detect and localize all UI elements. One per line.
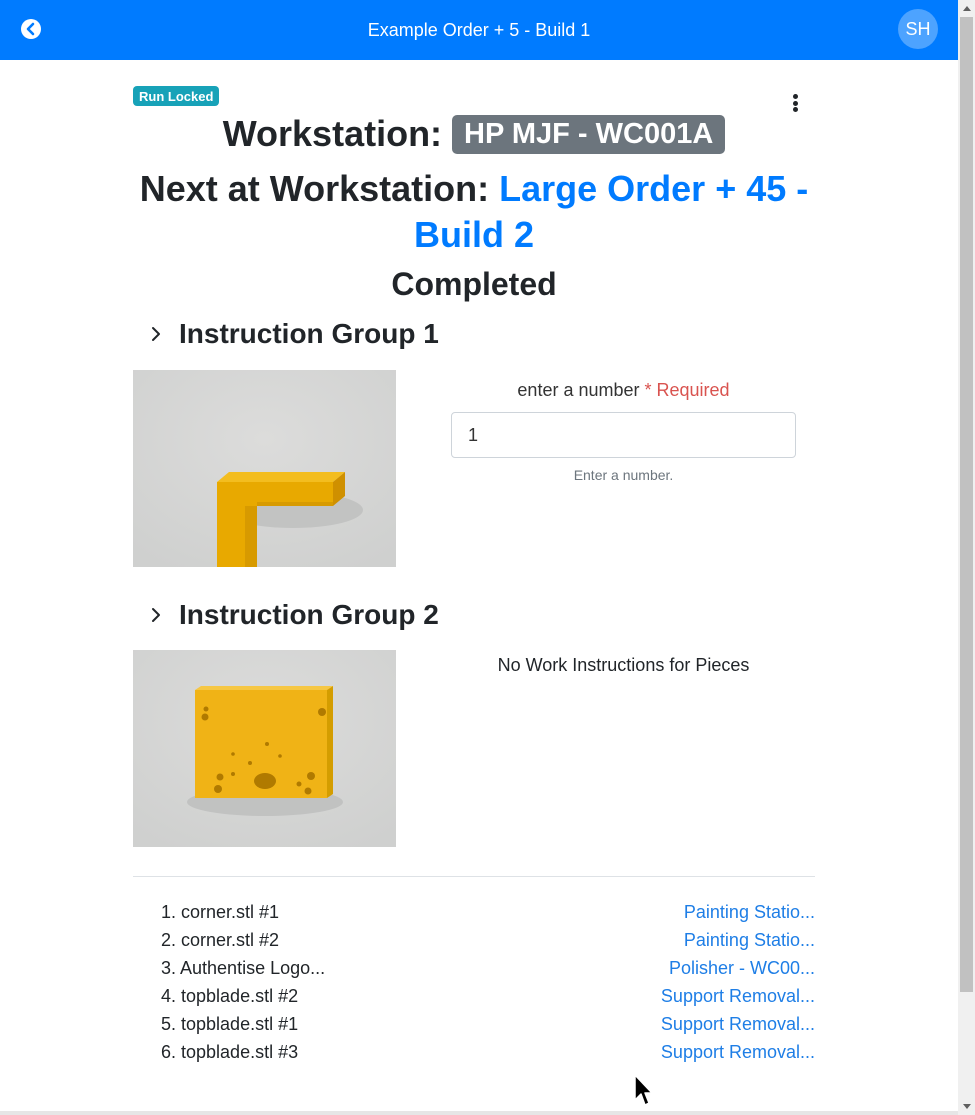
chevron-right-icon: [152, 608, 160, 622]
section-divider: [133, 876, 815, 877]
number-field-help: Enter a number.: [573, 467, 674, 483]
corner-piece-image: [133, 370, 396, 567]
piece-name: 3. Authentise Logo...: [161, 957, 326, 978]
list-item: 6. topblade.stl #3 Support Removal...: [133, 1038, 815, 1066]
piece-name: 2. corner.stl #2: [161, 929, 280, 950]
piece-station-link[interactable]: Support Removal...: [661, 1014, 815, 1035]
scroll-up-arrow[interactable]: [958, 0, 975, 17]
user-avatar[interactable]: SH: [898, 9, 938, 49]
workstation-heading: Workstation: HP MJF - WC001A: [133, 108, 815, 160]
list-item: 1. corner.stl #1 Painting Statio...: [133, 898, 815, 926]
number-field-label: enter a number * Required: [451, 380, 796, 401]
instruction-group-2-title: Instruction Group 2: [179, 599, 439, 630]
arrow-down-icon: [962, 1104, 971, 1109]
piece-station-link[interactable]: Support Removal...: [661, 986, 815, 1007]
chevron-left-circle-icon: [21, 19, 41, 39]
piece-name: 4. topblade.stl #2: [161, 985, 299, 1006]
workstation-label: Workstation:: [222, 113, 443, 154]
instruction-group-2-toggle[interactable]: Instruction Group 2: [133, 599, 439, 631]
kebab-dot-icon: [792, 94, 798, 99]
corner-model-render: [133, 370, 396, 567]
number-field-label-text: enter a number: [517, 380, 640, 400]
workstation-name-badge: HP MJF - WC001A: [452, 114, 726, 154]
list-item: 3. Authentise Logo... Polisher - WC00...: [133, 954, 815, 982]
run-status: Completed: [391, 266, 557, 302]
plate-model-render: [133, 650, 396, 847]
list-item: 2. corner.stl #2 Painting Statio...: [133, 926, 815, 954]
instruction-group-1-toggle[interactable]: Instruction Group 1: [133, 318, 439, 350]
kebab-dot-icon: [792, 100, 798, 106]
list-item: 4. topblade.stl #2 Support Removal...: [133, 982, 815, 1010]
arrow-up-icon: [962, 6, 971, 11]
plate-piece-image: [133, 650, 396, 847]
next-at-workstation: Next at Workstation: Large Order + 45 - …: [133, 166, 815, 258]
piece-name: 1. corner.stl #1: [161, 901, 280, 922]
instruction-group-1-title: Instruction Group 1: [179, 318, 439, 349]
list-item: 5. topblade.stl #1 Support Removal...: [133, 1010, 815, 1038]
mouse-cursor-icon: [634, 1074, 653, 1106]
scroll-down-arrow[interactable]: [958, 1098, 975, 1115]
chevron-right-icon: [152, 327, 160, 341]
number-input[interactable]: [451, 412, 796, 458]
piece-station-link[interactable]: Polisher - WC00...: [669, 958, 815, 979]
back-button[interactable]: [20, 18, 42, 40]
piece-name: 6. topblade.stl #3: [161, 1041, 299, 1062]
next-label: Next at Workstation:: [139, 168, 490, 209]
scroll-thumb[interactable]: [960, 17, 973, 992]
top-bar: Example Order + 5 - Build 1 SH: [0, 0, 958, 60]
piece-station-link[interactable]: Support Removal...: [661, 1042, 815, 1063]
bottom-edge: [0, 1111, 958, 1115]
piece-name: 5. topblade.stl #1: [161, 1013, 299, 1034]
run-locked-badge: Run Locked: [133, 86, 220, 106]
piece-station-link[interactable]: Painting Statio...: [684, 902, 815, 923]
piece-station-link[interactable]: Painting Statio...: [684, 930, 815, 951]
required-indicator: * Required: [644, 380, 730, 400]
no-instructions-message: No Work Instructions for Pieces: [497, 655, 750, 675]
vertical-scrollbar[interactable]: [958, 0, 975, 1115]
page-title: Example Order + 5 - Build 1: [367, 19, 591, 40]
